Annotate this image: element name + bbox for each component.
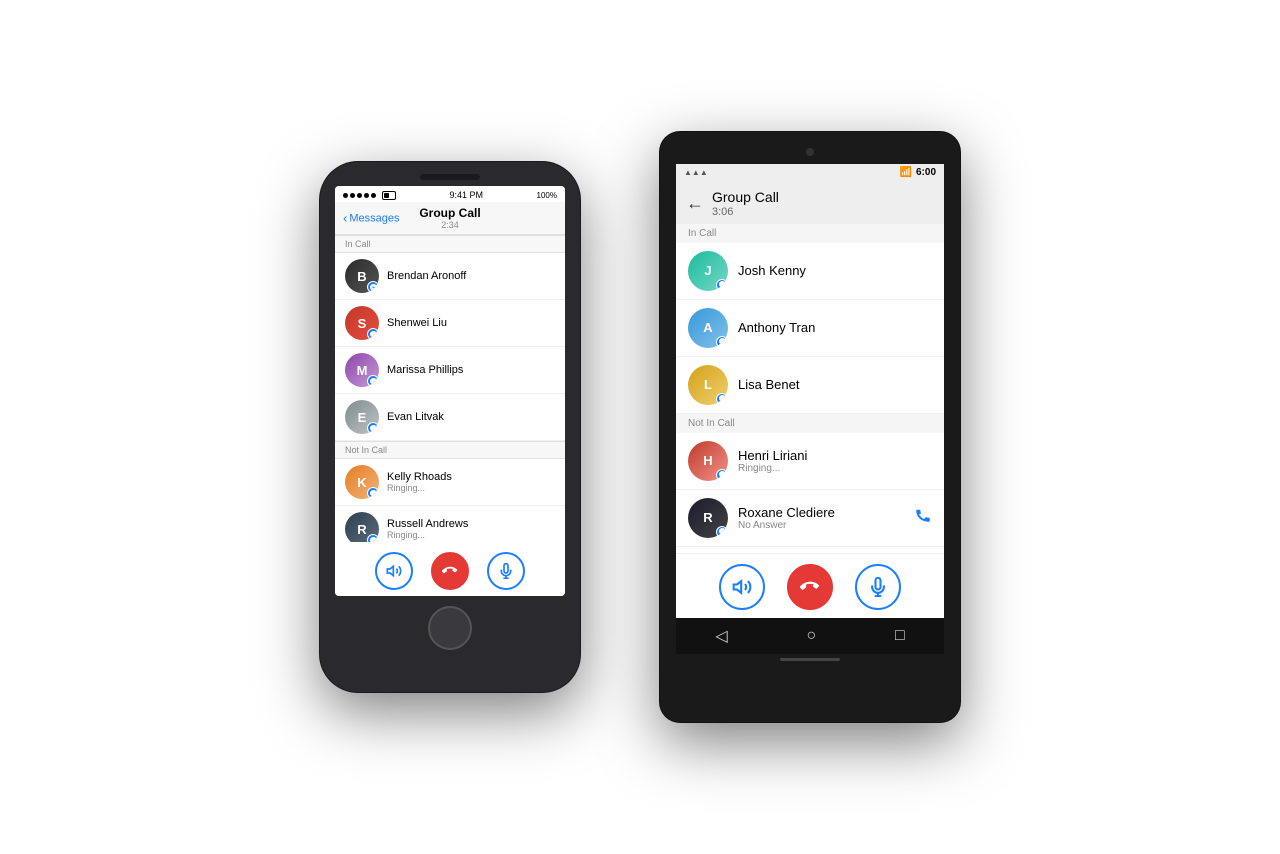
- messenger-badge: [367, 328, 379, 340]
- messenger-badge: [367, 375, 379, 387]
- android-nav-bar: ← Group Call 3:06: [676, 181, 944, 224]
- iphone-back-button[interactable]: ‹ Messages: [343, 211, 399, 226]
- android-system-nav: ◁ ○ □: [676, 618, 944, 654]
- iphone-device: 9:41 PM 100% ‹ Messages Group Call 2:34 …: [320, 162, 580, 692]
- avatar: S: [345, 306, 379, 340]
- iphone-in-call-header: In Call: [335, 235, 565, 253]
- android-speaker-button[interactable]: [719, 564, 765, 610]
- android-mute-button[interactable]: [855, 564, 901, 610]
- messenger-badge: [367, 534, 379, 542]
- signal-dots: [343, 191, 396, 200]
- avatar: L: [688, 365, 728, 405]
- android-not-in-call-header: Not In Call: [676, 414, 944, 433]
- iphone-speaker: [420, 174, 480, 180]
- android-contact-list: In Call J Josh Kenny A Anthony Tran: [676, 224, 944, 553]
- avatar: M: [345, 353, 379, 387]
- iphone-not-in-call-header: Not In Call: [335, 441, 565, 459]
- list-item: H Henri Liriani Ringing...: [676, 433, 944, 490]
- mute-button[interactable]: [487, 552, 525, 590]
- avatar: E: [345, 400, 379, 434]
- list-item: S Shenwei Liu: [335, 300, 565, 347]
- iphone-screen: 9:41 PM 100% ‹ Messages Group Call 2:34 …: [335, 186, 565, 596]
- list-item: A Anthony Tran: [676, 300, 944, 357]
- android-home-nav[interactable]: ○: [806, 627, 816, 645]
- messenger-badge: [716, 469, 728, 481]
- iphone-nav-bar: ‹ Messages Group Call 2:34: [335, 202, 565, 235]
- messenger-badge: [716, 393, 728, 405]
- android-device: ▲▲▲ 📶 6:00 ← Group Call 3:06 In Call J: [660, 132, 960, 722]
- iphone-battery: 100%: [537, 191, 557, 200]
- list-item: M Marissa Phillips: [335, 347, 565, 394]
- avatar: R: [688, 498, 728, 538]
- android-back-button[interactable]: ←: [686, 193, 704, 214]
- iphone-home-button[interactable]: [428, 606, 472, 650]
- messenger-badge: [367, 487, 379, 499]
- avatar: B: [345, 259, 379, 293]
- android-recent-nav[interactable]: □: [895, 627, 905, 645]
- iphone-contact-list: In Call B Brendan Aronoff S Sh: [335, 235, 565, 542]
- android-screen: ▲▲▲ 📶 6:00 ← Group Call 3:06 In Call J: [676, 164, 944, 654]
- iphone-status-bar: 9:41 PM 100%: [335, 186, 565, 202]
- android-end-call-button[interactable]: [787, 564, 833, 610]
- android-call-controls: [676, 553, 944, 618]
- android-signal: 📶: [900, 167, 912, 178]
- recall-button[interactable]: [914, 506, 932, 529]
- android-back-nav[interactable]: ◁: [715, 626, 727, 646]
- android-in-call-header: In Call: [676, 224, 944, 243]
- list-item: J Josh Kenny: [676, 243, 944, 300]
- messenger-badge: [716, 336, 728, 348]
- speaker-button[interactable]: [375, 552, 413, 590]
- iphone-call-controls: [335, 542, 565, 596]
- messenger-badge: [367, 422, 379, 434]
- list-item: L Lisa Benet: [676, 357, 944, 414]
- android-status-bar: ▲▲▲ 📶 6:00: [676, 164, 944, 181]
- avatar: A: [688, 308, 728, 348]
- avatar: R: [345, 512, 379, 542]
- android-camera: [806, 148, 814, 156]
- android-bottom-bar: [780, 658, 840, 661]
- messenger-badge: [367, 281, 379, 293]
- messenger-badge: [716, 279, 728, 291]
- messenger-badge: [716, 526, 728, 538]
- iphone-time: 9:41 PM: [450, 190, 484, 200]
- list-item: B Brendan Aronoff: [335, 253, 565, 300]
- android-time: 6:00: [916, 167, 936, 178]
- list-item: K Kelly Rhoads Ringing...: [335, 459, 565, 506]
- avatar: K: [345, 465, 379, 499]
- list-item: E Evan Litvak: [335, 394, 565, 441]
- avatar: H: [688, 441, 728, 481]
- end-call-button[interactable]: [431, 552, 469, 590]
- list-item: R Roxane Clediere No Answer: [676, 490, 944, 547]
- list-item: R Russell Andrews Ringing...: [335, 506, 565, 542]
- avatar: J: [688, 251, 728, 291]
